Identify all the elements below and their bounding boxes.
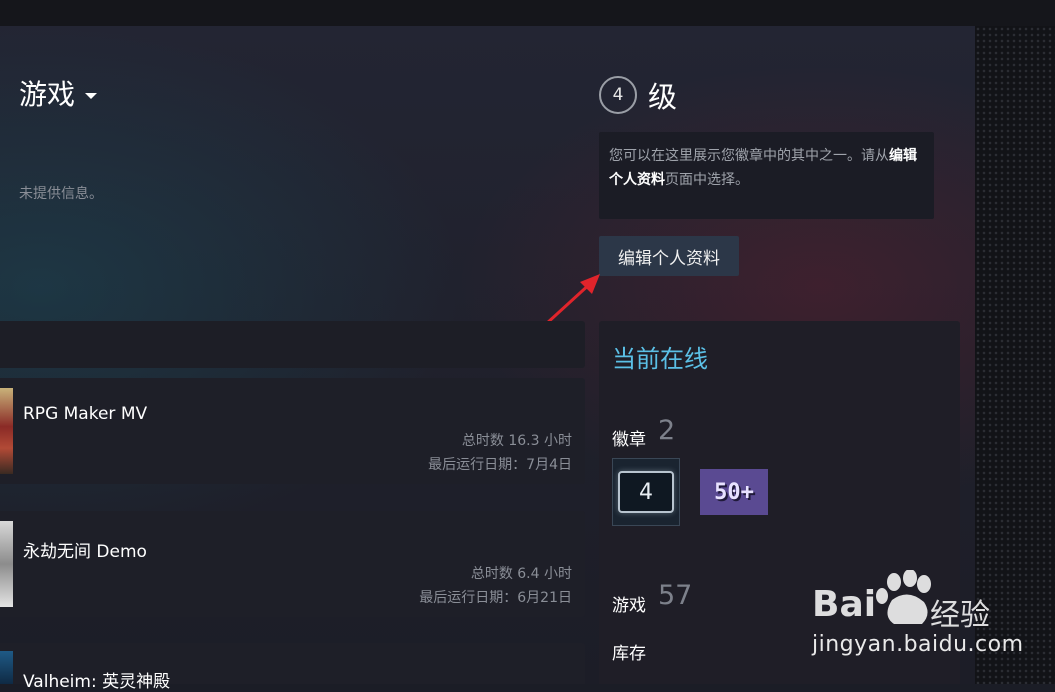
game-name[interactable]: 永劫无间 Demo: [23, 537, 147, 562]
notice-part1: 您可以在这里展示您徽章中的其中之一。请从: [609, 148, 889, 164]
game-row[interactable]: Valheim: 英灵神殿: [0, 643, 585, 692]
games-count[interactable]: 57: [658, 580, 692, 611]
level-label: 级: [648, 80, 678, 114]
watermark-url: jingyan.baidu.com: [812, 632, 1024, 657]
games-dropdown[interactable]: 游戏: [19, 73, 98, 113]
game-name[interactable]: RPG Maker MV: [23, 404, 147, 424]
notice-text: 您可以在这里展示您徽章中的其中之一。请从编辑个人资料页面中选择。: [609, 144, 927, 192]
game-row[interactable]: RPG Maker MV 总时数 16.3 小时 最后运行日期：7月4日: [0, 378, 585, 484]
badge-level-text: 4: [618, 471, 674, 513]
game-row[interactable]: 永劫无间 Demo 总时数 6.4 小时 最后运行日期：6月21日: [0, 511, 585, 617]
profile-sidebar: 当前在线 徽章 2 4 50+ 游戏 57 库存: [599, 321, 960, 684]
watermark-brand-suffix: 经验: [930, 598, 990, 633]
top-bar: [0, 0, 1055, 27]
games-link[interactable]: 游戏: [612, 591, 646, 616]
inventory-link[interactable]: 库存: [612, 639, 646, 664]
game-name[interactable]: Valheim: 英灵神殿: [23, 667, 170, 692]
watermark-brand: Bai: [812, 584, 877, 625]
notice-part2: 页面中选择。: [665, 172, 749, 188]
game-thumbnail[interactable]: [0, 651, 13, 684]
badges-count[interactable]: 2: [658, 415, 675, 446]
background-pattern: [975, 26, 1055, 684]
game-thumbnail[interactable]: [0, 521, 13, 607]
game-last-played: 最后运行日期：6月21日: [419, 590, 572, 606]
level-badge-icon[interactable]: 4: [612, 458, 680, 526]
game-thumbnail[interactable]: [0, 388, 13, 474]
badge-notice: 您可以在这里展示您徽章中的其中之一。请从编辑个人资料页面中选择。: [599, 132, 934, 219]
game-hours: 总时数 6.4 小时: [470, 566, 572, 582]
recent-activity-header: [0, 321, 585, 368]
badges-link[interactable]: 徽章: [612, 425, 646, 450]
no-info-text: 未提供信息。: [19, 186, 103, 202]
game-hours: 总时数 16.3 小时: [461, 433, 572, 449]
online-status: 当前在线: [612, 345, 708, 373]
section-title: 游戏: [19, 78, 76, 111]
level-badge: 4: [599, 76, 637, 114]
game-last-played: 最后运行日期：7月4日: [428, 457, 572, 473]
caret-down-icon: [85, 93, 98, 99]
games-owned-badge-icon[interactable]: 50+: [700, 469, 768, 515]
